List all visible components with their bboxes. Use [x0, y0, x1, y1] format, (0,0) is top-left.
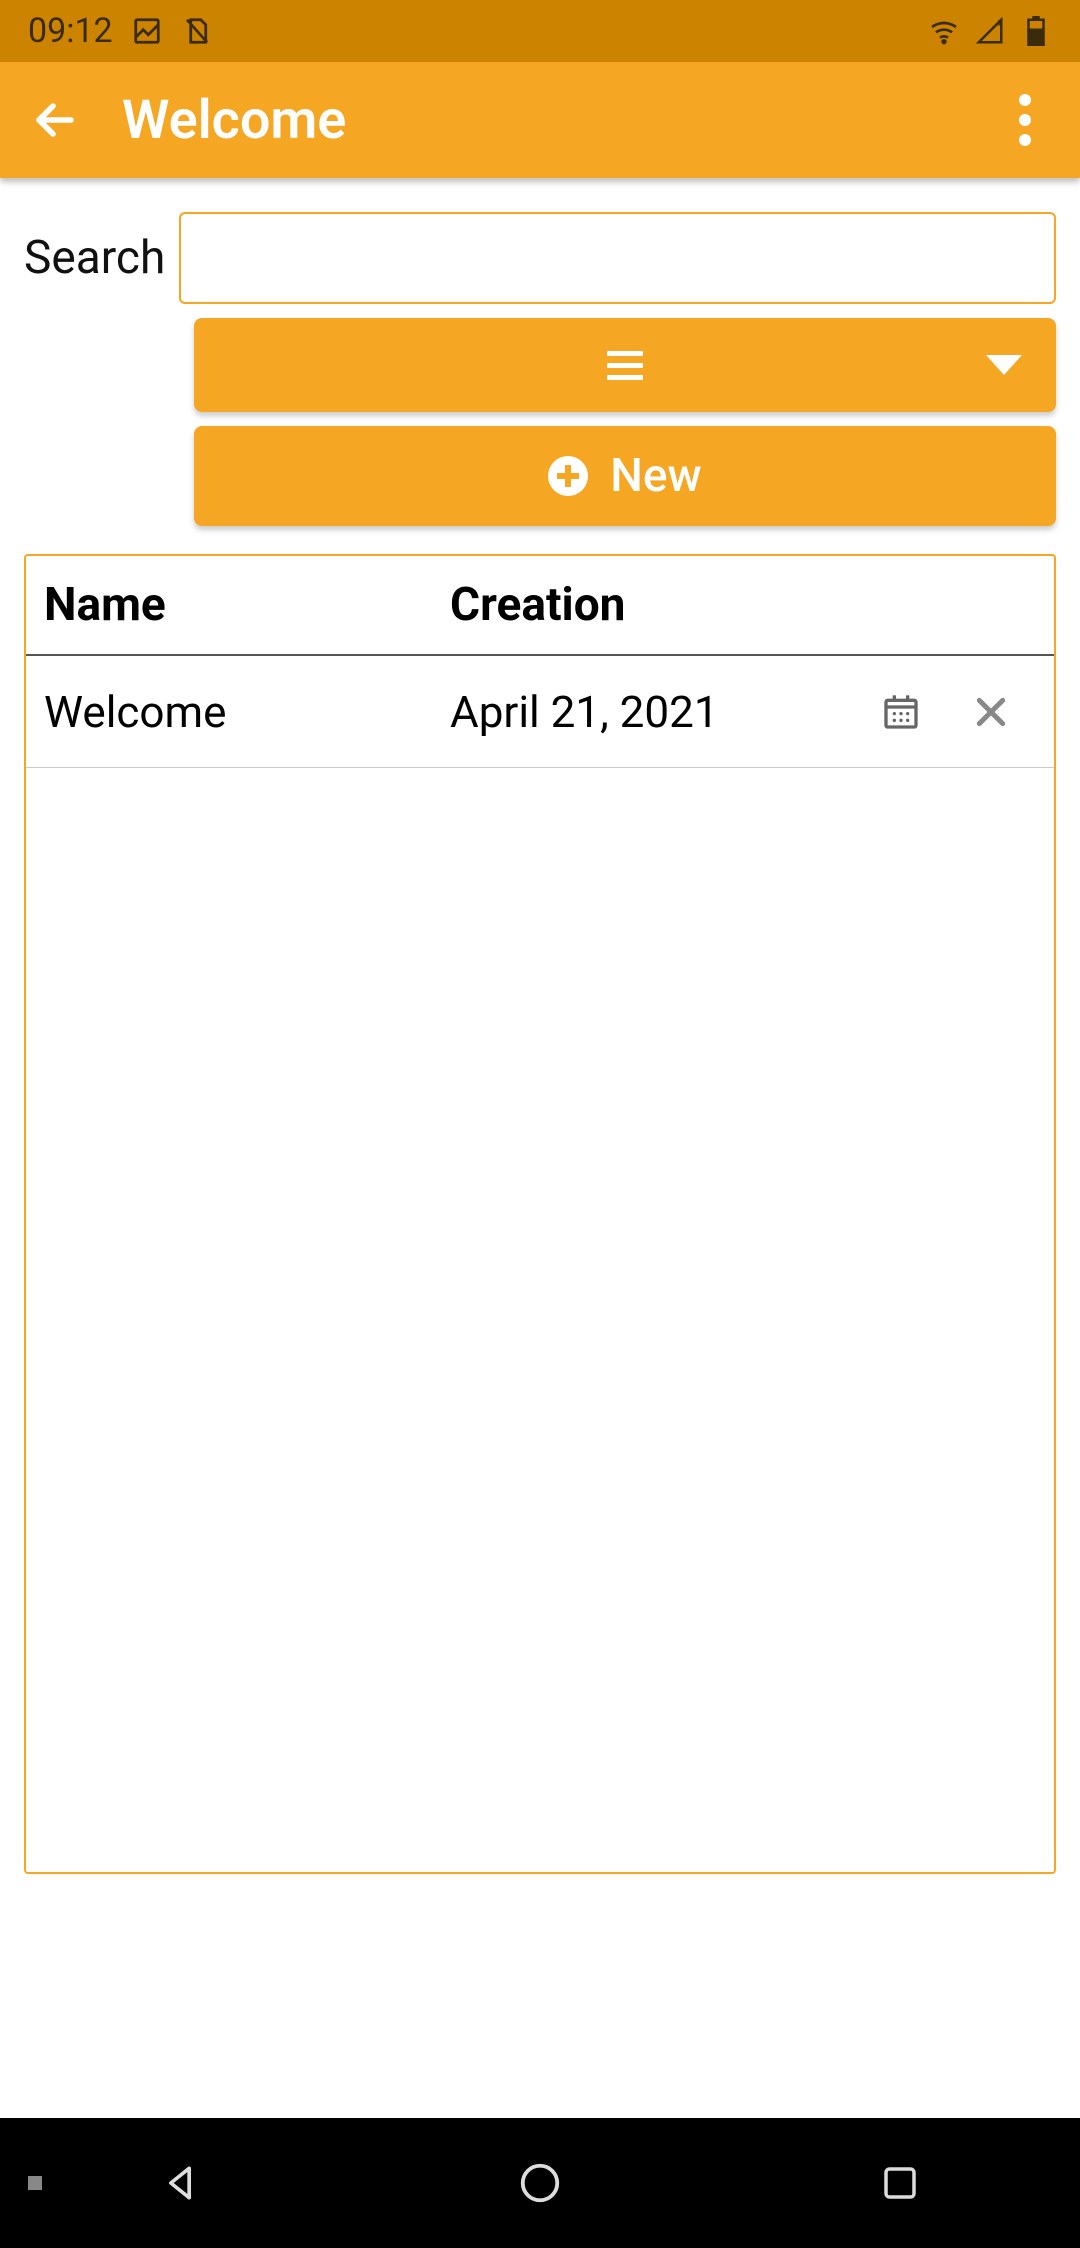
table-header: Name Creation	[26, 556, 1054, 656]
sort-dropdown[interactable]	[194, 318, 1056, 412]
nav-recent-button[interactable]	[865, 2148, 935, 2218]
plus-circle-icon	[548, 456, 588, 496]
system-nav-bar	[0, 2118, 1080, 2248]
status-bar: 09:12 x	[0, 0, 1080, 62]
close-icon	[971, 692, 1011, 732]
col-header-name: Name	[44, 578, 450, 632]
cell-creation: April 21, 2021	[450, 686, 856, 738]
nav-home-button[interactable]	[505, 2148, 575, 2218]
svg-text:x: x	[998, 16, 1004, 29]
battery-icon	[1020, 15, 1052, 47]
hamburger-icon	[607, 351, 643, 380]
back-button[interactable]	[20, 85, 90, 155]
chevron-down-icon	[986, 355, 1022, 375]
new-button-label: New	[610, 449, 701, 503]
nav-indicator-icon	[28, 2176, 42, 2190]
image-icon	[131, 15, 163, 47]
calendar-icon	[881, 692, 921, 732]
cell-signal-icon: x	[974, 15, 1006, 47]
square-icon	[879, 2162, 921, 2204]
new-button[interactable]: New	[194, 426, 1056, 526]
row-calendar-button[interactable]	[856, 692, 946, 732]
circle-icon	[517, 2160, 563, 2206]
content-area: Search New Name Creation Welcome April 2…	[0, 178, 1080, 1874]
no-sim-icon	[181, 15, 213, 47]
table-row[interactable]: Welcome April 21, 2021	[26, 656, 1054, 768]
arrow-left-icon	[31, 96, 79, 144]
row-delete-button[interactable]	[946, 692, 1036, 732]
status-time: 09:12	[28, 11, 113, 51]
search-row: Search	[24, 212, 1056, 304]
page-title: Welcome	[122, 89, 346, 152]
status-left: 09:12	[28, 11, 213, 51]
dot-icon	[1019, 134, 1031, 146]
dot-icon	[1019, 114, 1031, 126]
triangle-left-icon	[158, 2161, 202, 2205]
search-input[interactable]	[179, 212, 1056, 304]
app-bar: Welcome	[0, 62, 1080, 178]
nav-back-button[interactable]	[145, 2148, 215, 2218]
status-right: x	[928, 15, 1052, 47]
table: Name Creation Welcome April 21, 2021	[24, 554, 1056, 1874]
search-label: Search	[24, 231, 165, 285]
wifi-icon	[928, 15, 960, 47]
cell-name: Welcome	[44, 686, 450, 738]
dot-icon	[1019, 94, 1031, 106]
overflow-menu-button[interactable]	[990, 85, 1060, 155]
col-header-creation: Creation	[450, 578, 856, 632]
